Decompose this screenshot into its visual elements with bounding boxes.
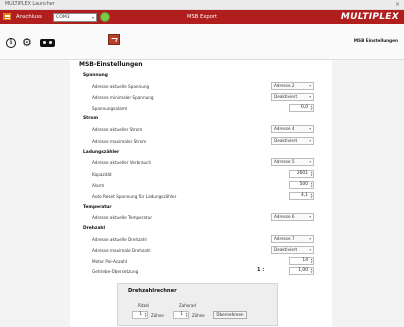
window-title: MULTIPLEX Launcher bbox=[5, 2, 55, 7]
label-addr-current-strom: Adresse aktueller Strom bbox=[92, 127, 143, 132]
label-zahnrad-unit: Zähne bbox=[192, 313, 205, 318]
brand-logo: MULTIPLEX bbox=[340, 11, 399, 22]
chevron-down-icon: ▾ bbox=[309, 248, 311, 252]
label-gear-ratio: Getriebe-Übersetzung bbox=[92, 269, 139, 274]
ritzel-stepper[interactable]: 1 ▲ ▼ bbox=[132, 311, 148, 319]
section-drehzahl: Drehzahl bbox=[83, 226, 106, 231]
transmitter-icon[interactable] bbox=[40, 39, 55, 47]
label-ritzel-unit: Zähne bbox=[151, 313, 164, 318]
select-addr-max-rpm[interactable]: Deaktiviert ▾ bbox=[271, 246, 314, 254]
spinner-arrows-icon[interactable]: ▲ ▼ bbox=[311, 182, 313, 188]
section-ladung: Ladungszähler bbox=[83, 150, 120, 155]
spinner-arrows-icon[interactable]: ▲ ▼ bbox=[311, 193, 313, 199]
label-addr-min-voltage: Adresse minimaler Spannung bbox=[92, 95, 154, 100]
close-icon[interactable]: × bbox=[395, 1, 400, 8]
motor-poles-stepper[interactable]: 14 ▲ ▼ bbox=[289, 257, 314, 265]
label-addr-current-rpm: Adresse aktuelle Drehzahl bbox=[92, 237, 147, 242]
select-value: Deaktiviert bbox=[274, 247, 298, 252]
chevron-down-icon: ▾ bbox=[309, 95, 311, 99]
breadcrumb: MSB Einstellungen bbox=[353, 38, 398, 43]
stepper-value: 1 bbox=[180, 312, 183, 317]
gear-ratio-stepper[interactable]: 1,00 ▲ ▼ bbox=[289, 267, 314, 275]
spinner-arrows-icon[interactable]: ▲ ▼ bbox=[145, 312, 147, 318]
charge-alarm-stepper[interactable]: 500 ▲ ▼ bbox=[289, 181, 314, 189]
chevron-down-icon: ▾ bbox=[309, 127, 311, 131]
label-auto-reset: Auto Reset Spannung für Ladungszähler bbox=[92, 194, 177, 199]
stepper-value: 1 bbox=[139, 312, 142, 317]
auto-reset-stepper[interactable]: 4,1 ▲ ▼ bbox=[289, 192, 314, 200]
select-addr-current-voltage[interactable]: Adresse 2 ▾ bbox=[271, 82, 314, 90]
chevron-down-icon: ▾ bbox=[309, 215, 311, 219]
chevron-down-icon: ▾ bbox=[309, 139, 311, 143]
stepper-value: 14 bbox=[302, 258, 308, 263]
section-spannung: Spannung bbox=[83, 73, 108, 78]
label-charge-alarm: Alarm bbox=[92, 183, 105, 188]
select-addr-temperature[interactable]: Adresse 6 ▾ bbox=[271, 213, 314, 221]
apply-button[interactable]: Übernehmen bbox=[213, 311, 247, 319]
chevron-down-icon: ▾ bbox=[309, 84, 311, 88]
spinner-arrows-icon[interactable]: ▲ ▼ bbox=[311, 171, 313, 177]
top-bar: Anschluss COM3 ▾ MSB Export MULTIPLEX bbox=[0, 10, 404, 24]
select-value: Adresse 6 bbox=[274, 214, 295, 219]
rpm-calculator-title: Drehzahlrechner bbox=[128, 288, 177, 294]
gear-ratio-prefix: 1 : bbox=[257, 267, 265, 273]
label-addr-consumption: Adresse aktueller Verbrauch bbox=[92, 160, 152, 165]
spinner-arrows-icon[interactable]: ▲ ▼ bbox=[311, 258, 313, 264]
gear-icon[interactable]: ⚙ bbox=[22, 37, 32, 48]
spinner-arrows-icon[interactable]: ▲ ▼ bbox=[186, 312, 188, 318]
select-value: Adresse 2 bbox=[274, 83, 295, 88]
select-value: Deaktiviert bbox=[274, 138, 298, 143]
label-addr-max-strom: Adresse maximaler Strom bbox=[92, 139, 147, 144]
label-motor-poles: Motor Pol-Anzahl bbox=[92, 259, 128, 264]
save-icon[interactable] bbox=[108, 34, 120, 45]
stepper-value: 1,00 bbox=[298, 268, 308, 273]
label-ritzel: Ritzel bbox=[138, 303, 150, 308]
label-addr-max-rpm: Adresse maximale Drehzahl bbox=[92, 248, 151, 253]
stepper-value: 2601 bbox=[296, 171, 308, 176]
select-addr-max-strom[interactable]: Deaktiviert ▾ bbox=[271, 137, 314, 145]
section-temperatur: Temperatur bbox=[83, 205, 112, 210]
stepper-value: 0,0 bbox=[301, 105, 308, 110]
capacity-stepper[interactable]: 2601 ▲ ▼ bbox=[289, 170, 314, 178]
spinner-arrows-icon[interactable]: ▲ ▼ bbox=[311, 268, 313, 274]
select-addr-min-voltage[interactable]: Deaktiviert ▾ bbox=[271, 93, 314, 101]
stepper-value: 500 bbox=[299, 182, 308, 187]
label-addr-current-voltage: Adresse aktuelle Spannung bbox=[92, 84, 150, 89]
spinner-arrows-icon[interactable]: ▲ ▼ bbox=[311, 105, 313, 111]
select-addr-consumption[interactable]: Adresse 5 ▾ bbox=[271, 158, 314, 166]
settings-heading: MSB-Einstellungen bbox=[79, 61, 143, 68]
select-value: Adresse 4 bbox=[274, 126, 295, 131]
select-addr-current-rpm[interactable]: Adresse 7 ▾ bbox=[271, 235, 314, 243]
label-addr-temperature: Adresse aktuelle Temperatur bbox=[92, 215, 153, 220]
toolbar: i ⚙ MSB Einstellungen bbox=[0, 24, 404, 60]
chevron-down-icon: ▾ bbox=[309, 160, 311, 164]
stepper-value: 4,1 bbox=[301, 193, 308, 198]
label-voltage-alarm: Spannungsalarm bbox=[92, 106, 128, 111]
voltage-alarm-stepper[interactable]: 0,0 ▲ ▼ bbox=[289, 104, 314, 112]
rpm-calculator: Drehzahlrechner Ritzel 1 ▲ ▼ Zähne Zahnrad… bbox=[117, 283, 278, 326]
select-value: Adresse 7 bbox=[274, 236, 295, 241]
select-value: Deaktiviert bbox=[274, 94, 298, 99]
label-zahnrad: Zahnrad bbox=[179, 303, 196, 308]
window-titlebar: MULTIPLEX Launcher × bbox=[0, 0, 404, 10]
section-strom: Strom bbox=[83, 116, 99, 121]
select-value: Adresse 5 bbox=[274, 159, 295, 164]
zahnrad-stepper[interactable]: 1 ▲ ▼ bbox=[173, 311, 189, 319]
info-icon[interactable]: i bbox=[6, 38, 16, 48]
chevron-down-icon: ▾ bbox=[309, 237, 311, 241]
label-capacity: Kapazität bbox=[92, 172, 112, 177]
select-addr-current-strom[interactable]: Adresse 4 ▾ bbox=[271, 125, 314, 133]
